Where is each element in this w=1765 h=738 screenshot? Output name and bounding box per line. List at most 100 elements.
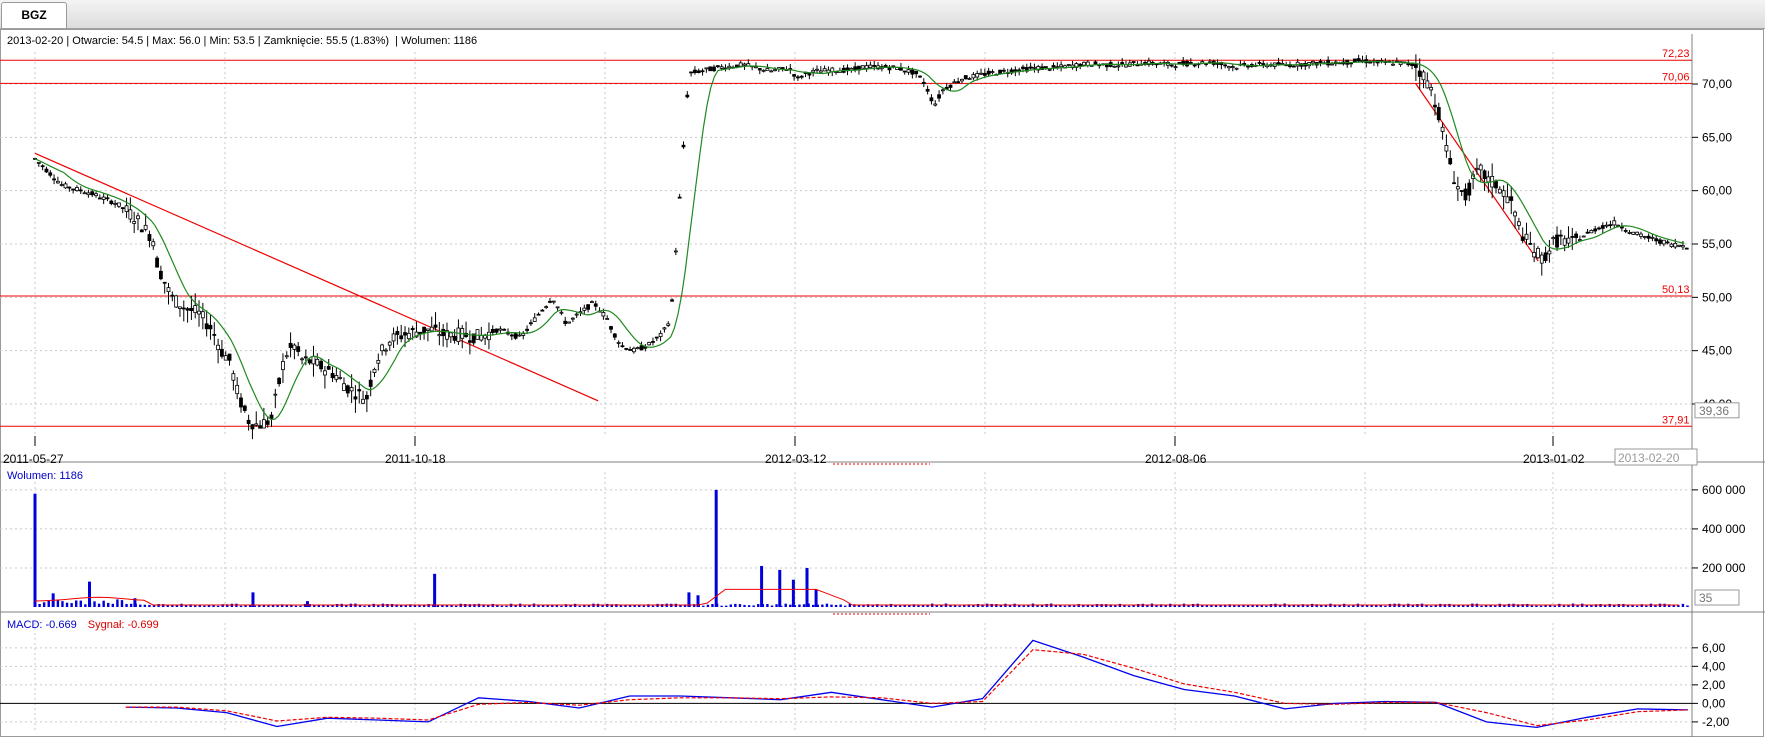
candle-body — [517, 334, 522, 337]
volume-bar — [805, 567, 809, 607]
candle-body — [677, 196, 682, 199]
volume-bar — [1338, 605, 1341, 607]
y-tick-label: 55,00 — [1702, 237, 1732, 251]
volume-bar — [839, 604, 842, 607]
y-tick-label: 0,00 — [1702, 696, 1726, 710]
candle-body — [120, 207, 125, 210]
volume-bar — [778, 569, 782, 607]
candle-body — [132, 221, 137, 224]
candle-body — [1021, 66, 1025, 70]
volume-bar — [116, 599, 119, 607]
volume-bar — [642, 605, 646, 607]
candle-body — [296, 346, 301, 352]
candle-body — [532, 317, 537, 322]
candle-body — [368, 379, 373, 387]
price-level-label: 37,91 — [1662, 414, 1690, 426]
volume-bar — [898, 605, 902, 607]
candle-body — [1597, 227, 1601, 230]
candle-body — [1059, 64, 1064, 68]
volume-bar — [1567, 605, 1570, 607]
candle-body — [689, 71, 694, 74]
chart-canvas[interactable]: 2011-05-27 2011-10-18 2012-03-12 2012-08-06… — [0, 0, 1765, 738]
volume-bar — [47, 600, 50, 607]
volume-bar — [84, 604, 87, 607]
candle-body — [498, 328, 503, 331]
candle-body — [433, 324, 438, 328]
candle-body — [216, 344, 221, 351]
candle-body — [818, 70, 823, 73]
candle-body — [563, 320, 568, 324]
candle-body — [582, 307, 587, 311]
candle-body — [273, 393, 278, 396]
candle-body — [738, 62, 743, 67]
volume-bar — [33, 493, 37, 607]
candle-body — [1413, 64, 1418, 68]
candle-body — [1520, 236, 1525, 241]
volume-bar — [1384, 605, 1387, 607]
volume-bar — [102, 600, 105, 607]
candle-body — [1669, 243, 1674, 247]
volume-bar — [120, 600, 124, 607]
candle-body — [1558, 234, 1563, 237]
y-tick-label: 45,00 — [1702, 344, 1732, 358]
x-tick-label: 2012-08-06 — [1145, 452, 1207, 466]
candle-body — [868, 64, 873, 69]
candle-body — [1120, 62, 1125, 65]
volume-bar — [523, 605, 526, 607]
volume-bar — [1635, 605, 1639, 607]
candle-body — [742, 63, 747, 66]
volume-bar — [784, 603, 787, 607]
volume-bar — [1457, 605, 1460, 607]
volume-bar — [1022, 605, 1025, 607]
candle-body — [1478, 164, 1483, 171]
volume-bar — [578, 605, 581, 607]
candle-body — [1539, 254, 1544, 264]
volume-bar — [276, 605, 279, 607]
signal-value-label: Sygnał: -0.699 — [87, 619, 159, 631]
candle-body — [1436, 107, 1441, 121]
volume-bar — [830, 604, 833, 607]
volume-bar — [454, 605, 458, 607]
candle-body — [303, 356, 308, 359]
volume-bar — [734, 603, 737, 607]
candle-body — [334, 375, 339, 380]
candle-body — [136, 215, 140, 220]
candle-body — [1310, 60, 1315, 64]
volume-bar — [1347, 605, 1350, 607]
volume-bar — [433, 573, 437, 607]
candle-body — [1421, 71, 1426, 81]
candle-body — [36, 161, 41, 164]
candle-body — [940, 89, 945, 92]
volume-bar — [305, 601, 309, 607]
candle-body — [258, 425, 262, 429]
candle-body — [1501, 190, 1506, 197]
candle-body — [1234, 67, 1239, 70]
volume-bar — [791, 579, 795, 607]
candle-body — [1627, 232, 1632, 234]
candle-body — [139, 229, 144, 233]
candle-body — [1677, 244, 1681, 247]
volume-bar — [711, 603, 714, 607]
volume-bar — [1072, 605, 1076, 607]
volume-bar — [821, 604, 824, 607]
volume-bar — [1645, 605, 1648, 607]
candle-body — [719, 66, 724, 69]
candle-body — [1516, 221, 1521, 226]
candle-body — [1352, 58, 1357, 63]
candle-body — [681, 144, 686, 148]
candle-body — [338, 377, 343, 379]
volume-panel-label: Wolumen: 1186 — [7, 470, 84, 482]
volume-bar — [317, 605, 321, 607]
volume-bar — [203, 605, 206, 607]
candle-body — [872, 65, 877, 67]
volume-bar — [802, 604, 806, 607]
candle-body — [391, 333, 396, 342]
candle-body — [612, 333, 617, 338]
candle-body — [223, 355, 228, 361]
candle-body — [1475, 167, 1479, 170]
candle-body — [71, 188, 76, 191]
candle-body — [361, 398, 365, 404]
candle-body — [1360, 59, 1365, 62]
candle-body — [918, 75, 922, 78]
candle-body — [44, 168, 49, 173]
